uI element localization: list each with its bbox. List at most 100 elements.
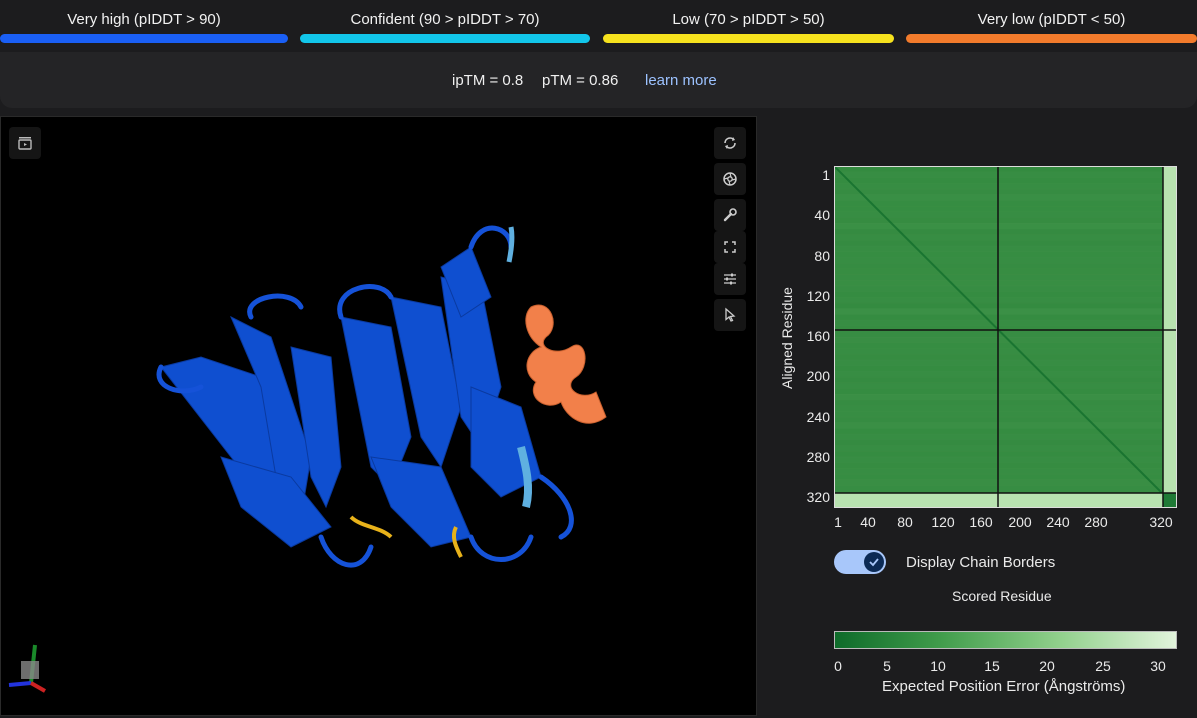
x-tick-label: 120: [931, 514, 955, 530]
heatmap-band: [834, 342, 1177, 349]
sequence-panel-button[interactable]: [9, 127, 41, 159]
pae-heatmap[interactable]: [834, 166, 1177, 508]
heatmap-band: [834, 200, 1177, 207]
iptm-score: ipTM = 0.8: [452, 72, 524, 89]
legend-low: Low (70 > pIDDT > 50): [603, 0, 894, 50]
reset-view-button[interactable]: [714, 127, 746, 159]
heatmap-band: [834, 468, 1177, 475]
wrench-icon: [723, 208, 737, 222]
heatmap-band: [834, 325, 1177, 332]
aperture-icon: [723, 172, 737, 186]
heatmap-band: [834, 439, 1177, 446]
chain-borders-label: Display Chain Borders: [906, 554, 1056, 571]
orientation-axes-icon: [8, 644, 46, 693]
colorbar-tick-label: 20: [1039, 658, 1055, 674]
heatmap-band: [834, 205, 1177, 213]
heatmap-band: [834, 257, 1177, 264]
y-tick-label: 80: [814, 248, 830, 264]
fullscreen-button[interactable]: [714, 231, 746, 263]
ptm-score: pTM = 0.86: [542, 72, 619, 89]
heatmap-band: [834, 302, 1177, 309]
y-tick-label: 240: [806, 409, 830, 425]
score-bar: ipTM = 0.8 pTM = 0.86 learn more: [0, 52, 1197, 108]
heatmap-band: [834, 365, 1177, 372]
x-tick-label: 320: [1149, 514, 1173, 530]
heatmap-band: [834, 285, 1177, 292]
structure-viewer[interactable]: [0, 116, 757, 716]
heatmap-band: [834, 262, 1177, 270]
colorbar-title: Expected Position Error (Ångströms): [882, 678, 1126, 695]
heatmap-band: [834, 473, 1177, 480]
heatmap-band: [834, 280, 1177, 287]
colorbar-tick-label: 15: [984, 658, 1000, 674]
x-tick-label: 280: [1084, 514, 1108, 530]
pae-colorbar: [834, 631, 1177, 649]
heatmap-band: [834, 177, 1177, 184]
legend-label: Very low (pIDDT < 50): [977, 11, 1126, 28]
screenshot-button[interactable]: [714, 163, 746, 195]
x-tick-label: 80: [897, 514, 913, 530]
heatmap-band: [834, 268, 1177, 275]
heatmap-corner: [1163, 493, 1177, 508]
y-tick-label: 280: [806, 449, 830, 465]
x-tick-label: 40: [860, 514, 876, 530]
heatmap-band: [834, 462, 1177, 469]
heatmap-band: [834, 194, 1177, 201]
learn-more-link[interactable]: learn more: [645, 72, 717, 89]
heatmap-band: [834, 422, 1177, 429]
x-tick-label: 160: [969, 514, 993, 530]
heatmap-band: [834, 354, 1177, 361]
legend-label: Low (70 > pIDDT > 50): [672, 11, 825, 28]
sliders-icon: [724, 273, 736, 285]
y-tick-label: 120: [806, 288, 830, 304]
fullscreen-icon: [724, 241, 736, 253]
heatmap-band: [834, 371, 1177, 378]
heatmap-band: [834, 382, 1177, 389]
heatmap-band: [834, 445, 1177, 452]
x-axis-title: Scored Residue: [952, 588, 1052, 604]
heatmap-band: [834, 485, 1177, 492]
heatmap-band: [834, 314, 1177, 321]
heatmap-band: [834, 433, 1177, 441]
heatmap-band: [834, 416, 1177, 423]
heatmap-band: [834, 399, 1177, 406]
heatmap-band: [834, 245, 1177, 252]
check-icon: [864, 552, 884, 572]
legend-confident: Confident (90 > pIDDT > 70): [300, 0, 590, 50]
heatmap-band: [834, 388, 1177, 395]
colorbar-tick-label: 30: [1150, 658, 1166, 674]
heatmap-band: [834, 234, 1177, 241]
heatmap-band: [834, 291, 1177, 298]
x-tick-label: 200: [1008, 514, 1032, 530]
legend-bar: [603, 34, 894, 43]
sequence-panel-icon: [18, 137, 32, 150]
legend-bar: [300, 34, 590, 43]
heatmap-band: [834, 376, 1177, 384]
heatmap-band: [834, 394, 1177, 401]
colorbar-tick-label: 5: [883, 658, 891, 674]
selection-mode-button[interactable]: [714, 299, 746, 331]
heatmap-band: [834, 405, 1177, 412]
heatmap-band: [834, 428, 1177, 435]
heatmap-band: [834, 297, 1177, 304]
x-tick-label: 240: [1046, 514, 1070, 530]
legend-label: Confident (90 > pIDDT > 70): [350, 11, 540, 28]
heatmap-band: [834, 308, 1177, 315]
legend-very-low: Very low (pIDDT < 50): [906, 0, 1197, 50]
colorbar-tick-label: 25: [1095, 658, 1111, 674]
controls-button[interactable]: [714, 263, 746, 295]
heatmap-band: [834, 240, 1177, 247]
heatmap-band: [834, 479, 1177, 486]
heatmap-band: [834, 188, 1177, 195]
y-tick-label: 1: [822, 167, 830, 183]
heatmap-band: [834, 359, 1177, 366]
settings-button[interactable]: [714, 199, 746, 231]
heatmap-band: [834, 183, 1177, 190]
heatmap-band: [834, 228, 1177, 235]
y-tick-label: 200: [806, 368, 830, 384]
heatmap-band: [834, 319, 1177, 327]
legend-bar: [0, 34, 288, 43]
chain-borders-toggle[interactable]: [834, 550, 886, 574]
heatmap-band: [834, 251, 1177, 258]
y-tick-label: 320: [806, 489, 830, 505]
